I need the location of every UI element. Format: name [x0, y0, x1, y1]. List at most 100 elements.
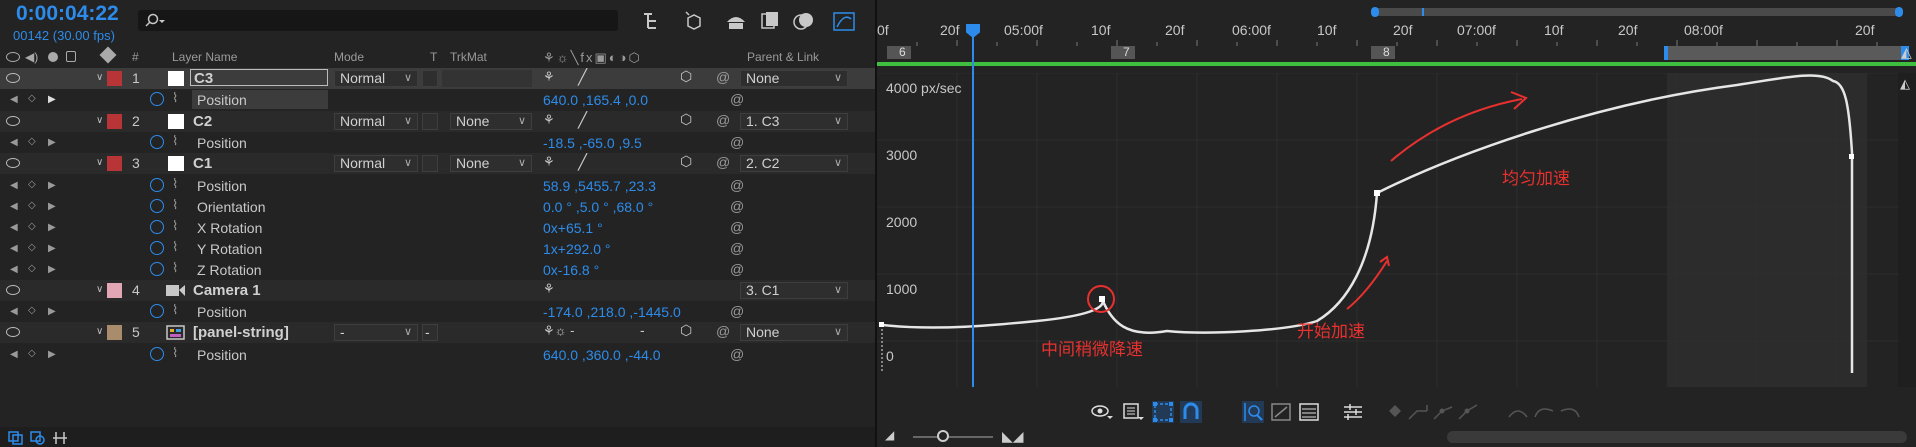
playhead-line[interactable] — [972, 36, 974, 387]
expression-pickwhip-icon[interactable]: @ — [730, 261, 744, 277]
property-value[interactable]: 640.0 ,165.4 ,0.0 — [543, 92, 648, 108]
transfer-controls-toggle-icon[interactable] — [52, 431, 68, 445]
expression-pickwhip-icon[interactable]: @ — [730, 134, 744, 150]
graph-toggle-icon[interactable]: ⌇ — [172, 345, 178, 361]
add-keyframe-icon[interactable]: ◇ — [28, 200, 36, 211]
next-keyframe-icon[interactable]: ▶ — [48, 349, 56, 360]
add-keyframe-icon[interactable]: ◇ — [28, 221, 36, 232]
fit-selection-icon[interactable] — [1270, 401, 1292, 423]
shy-switch-icon[interactable]: ⚘ — [543, 281, 555, 297]
label-color-swatch[interactable] — [107, 283, 122, 298]
easy-ease-in-icon[interactable] — [1533, 401, 1555, 423]
next-keyframe-icon[interactable]: ▶ — [48, 201, 56, 212]
trkmat-select[interactable]: None ∨ — [450, 155, 532, 172]
3d-layer-switch-icon[interactable]: ⬡ — [680, 322, 692, 339]
graph-toggle-icon[interactable]: ⌇ — [172, 133, 178, 149]
layer-row-panel-string[interactable]: ∨ 5 [panel-string] - ∨ - ⚘☼ - - ⬡ @ None ∨ — [0, 322, 877, 343]
work-area-range-bar[interactable] — [1664, 46, 1908, 60]
expand-chevron-icon[interactable]: ∨ — [96, 284, 103, 295]
stopwatch-icon[interactable] — [150, 199, 164, 213]
parent-select[interactable]: 3. C1 ∨ — [740, 282, 848, 299]
graph-toggle-icon[interactable]: ⌇ — [172, 90, 178, 106]
shy-switch-icon[interactable]: ⚘ — [543, 154, 555, 170]
graph-options-icon[interactable] — [1122, 401, 1144, 423]
pick-whip-icon[interactable]: @ — [716, 154, 730, 170]
layer-row-c3[interactable]: ∨ 1 C3 Normal ∨ ⚘ ╱ ⬡ @ None ∨ — [0, 68, 877, 89]
property-value[interactable]: -174.0 ,218.0 ,-1445.0 — [543, 304, 681, 320]
keyframe-handle[interactable] — [1849, 154, 1854, 159]
graph-toggle-icon[interactable]: ⌇ — [172, 302, 178, 318]
property-row-c1-z-rotation[interactable]: ◀ ◇ ▶ ⌇ Z Rotation 0x-16.8 ° @ — [0, 259, 877, 280]
prev-keyframe-icon[interactable]: ◀ — [10, 349, 18, 360]
comp-button-icon[interactable] — [8, 431, 24, 445]
add-keyframe-icon[interactable]: ◇ — [28, 93, 36, 104]
prev-keyframe-icon[interactable]: ◀ — [10, 137, 18, 148]
motion-blur-icon[interactable] — [792, 10, 816, 32]
label-color-swatch[interactable] — [107, 156, 122, 171]
graph-toggle-icon[interactable]: ⌇ — [172, 176, 178, 192]
expression-pickwhip-icon[interactable]: @ — [730, 198, 744, 214]
zoom-slider-thumb[interactable] — [937, 430, 949, 442]
graph-toggle-icon[interactable]: ⌇ — [172, 197, 178, 213]
parent-select[interactable]: 1. C3 ∨ — [740, 113, 848, 130]
add-keyframe-icon[interactable]: ◇ — [28, 136, 36, 147]
expand-chevron-icon[interactable]: ∨ — [96, 115, 103, 126]
convert-to-auto-bezier-icon[interactable] — [1432, 401, 1454, 423]
property-row-c1-position[interactable]: ◀ ◇ ▶ ⌇ Position 58.9 ,5455.7 ,23.3 @ — [0, 175, 877, 196]
column-layer-name-header[interactable]: Layer Name — [172, 50, 237, 64]
speed-graph-area[interactable]: 4000 px/sec 3000 2000 1000 0 中间稍微降速 开始加速… — [877, 73, 1916, 387]
edit-keyframe-icon[interactable] — [1387, 401, 1409, 423]
parent-select[interactable]: None ∨ — [740, 324, 848, 341]
next-keyframe-icon[interactable]: ▶ — [48, 264, 56, 275]
label-color-swatch[interactable] — [107, 71, 122, 86]
current-time-display[interactable]: 0:00:04:22 — [16, 2, 119, 26]
property-row-c2-position[interactable]: ◀ ◇ ▶ ⌇ Position -18.5 ,-65.0 ,9.5 @ — [0, 132, 877, 153]
prev-keyframe-icon[interactable]: ◀ — [10, 94, 18, 105]
property-value[interactable]: -18.5 ,-65.0 ,9.5 — [543, 135, 642, 151]
zoom-out-icon[interactable]: ◢ — [885, 428, 894, 442]
blend-mode-select[interactable]: - ∨ — [334, 324, 418, 341]
expression-pickwhip-icon[interactable]: @ — [730, 303, 744, 319]
parent-select[interactable]: 2. C2 ∨ — [740, 155, 848, 172]
expression-pickwhip-icon[interactable]: @ — [730, 91, 744, 107]
3d-layer-switch-icon[interactable]: ⬡ — [680, 111, 692, 128]
stopwatch-icon[interactable] — [150, 220, 164, 234]
visibility-eye-icon[interactable] — [6, 116, 20, 126]
layer-row-c1[interactable]: ∨ 3 C1 Normal ∨ None ∨ ⚘ ╱ ⬡ @ 2. C2 ∨ — [0, 153, 877, 174]
shy-switch-icon[interactable]: ⚘ — [543, 112, 555, 128]
property-value[interactable]: 0.0 ° ,5.0 ° ,68.0 ° — [543, 199, 653, 215]
expand-chevron-icon[interactable]: ∨ — [96, 326, 103, 337]
stopwatch-icon[interactable] — [150, 135, 164, 149]
trkmat-select[interactable]: - — [422, 324, 438, 341]
prev-keyframe-icon[interactable]: ◀ — [10, 201, 18, 212]
property-row-panel-position[interactable]: ◀ ◇ ▶ ⌇ Position 640.0 ,360.0 ,-44.0 @ — [0, 344, 877, 365]
property-row-camera-position[interactable]: ◀ ◇ ▶ ⌇ Position -174.0 ,218.0 ,-1445.0 … — [0, 301, 877, 322]
3d-layer-switch-icon[interactable]: ⬡ — [680, 153, 692, 170]
stopwatch-icon[interactable] — [150, 178, 164, 192]
layer-name[interactable]: [panel-string] — [193, 324, 289, 341]
blend-mode-select[interactable]: Normal ∨ — [334, 70, 418, 87]
add-keyframe-icon[interactable]: ◇ — [28, 348, 36, 359]
keyframe-handle[interactable] — [1374, 190, 1380, 196]
add-keyframe-icon[interactable]: ◇ — [28, 179, 36, 190]
next-keyframe-icon[interactable]: ▶ — [48, 222, 56, 233]
layer-row-camera-1[interactable]: ∨ 4 Camera 1 ⚘ 3. C1 ∨ — [0, 280, 877, 301]
layer-name[interactable]: C1 — [193, 155, 212, 172]
time-navigator-bar[interactable] — [1374, 8, 1901, 16]
separate-dimensions-icon[interactable] — [1342, 401, 1364, 423]
expression-pickwhip-icon[interactable]: @ — [730, 240, 744, 256]
time-ruler[interactable]: 0f 20f 05:00f 10f 20f 06:00f 10f 20f 07:… — [877, 0, 1916, 62]
expand-chevron-icon[interactable]: ∨ — [96, 157, 103, 168]
keyframe-handle[interactable] — [1099, 296, 1105, 302]
pick-whip-icon[interactable]: @ — [716, 69, 730, 85]
stopwatch-icon[interactable] — [150, 304, 164, 318]
snap-icon[interactable]: ◭ — [1900, 76, 1910, 92]
stopwatch-icon[interactable] — [150, 241, 164, 255]
graph-toggle-icon[interactable]: ⌇ — [172, 239, 178, 255]
graph-toggle-icon[interactable]: ⌇ — [172, 260, 178, 276]
auto-zoom-height-icon[interactable] — [1242, 401, 1264, 423]
transform-box-icon[interactable] — [1152, 401, 1174, 423]
comp-marker[interactable]: 7 — [1111, 45, 1135, 59]
3d-layer-switch-icon[interactable]: ⬡ — [680, 68, 692, 85]
next-keyframe-icon[interactable]: ▶ — [48, 94, 56, 105]
